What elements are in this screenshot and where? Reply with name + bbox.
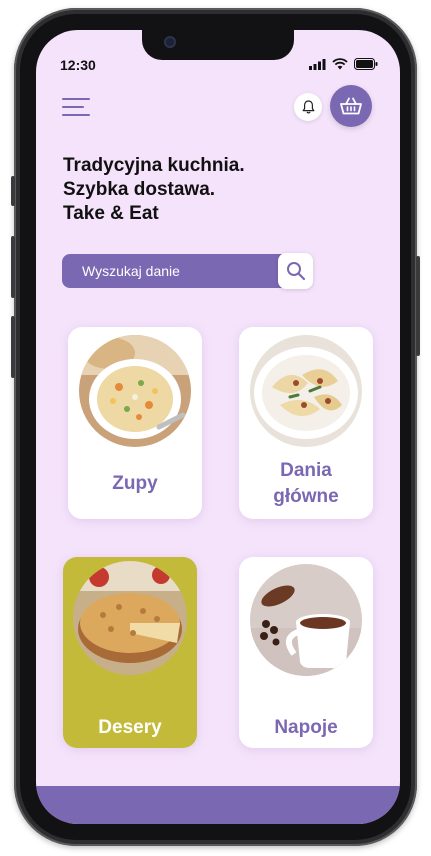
- category-card-drinks[interactable]: Napoje: [239, 557, 373, 748]
- volume-down-button: [11, 316, 15, 378]
- notch: [142, 30, 294, 60]
- app-screen: 12:30 Tradycyjna kuchnia. Szybka dostawa…: [36, 30, 400, 824]
- wifi-icon: [332, 58, 348, 70]
- bottom-navigation-bar: [36, 786, 400, 824]
- status-time: 12:30: [60, 57, 96, 73]
- category-label-soups: Zupy: [112, 473, 158, 494]
- bell-icon: [302, 100, 314, 114]
- power-button: [416, 256, 420, 356]
- volume-up-button: [11, 236, 15, 298]
- category-label-main-dishes: Dania główne: [239, 458, 373, 510]
- hamburger-icon[interactable]: [62, 98, 90, 116]
- search-button[interactable]: [278, 253, 313, 289]
- signal-icon: [309, 58, 326, 70]
- search-icon: [286, 262, 305, 281]
- notification-button[interactable]: [294, 93, 322, 121]
- category-label-drinks: Napoje: [274, 717, 338, 738]
- mute-switch: [11, 176, 15, 206]
- headline-line-2: Szybka dostawa.: [63, 179, 216, 200]
- search-placeholder: Wyszukaj danie: [82, 263, 180, 279]
- category-card-main-dishes[interactable]: Dania główne: [239, 327, 373, 519]
- dessert-image: [73, 561, 187, 675]
- battery-icon: [354, 58, 378, 70]
- headline-line-1: Tradycyjna kuchnia.: [63, 155, 245, 176]
- headline-line-3: Take & Eat: [63, 203, 159, 224]
- category-label-main-dishes-line-2: główne: [273, 486, 339, 507]
- status-icons: [309, 58, 378, 70]
- drink-image: [250, 564, 362, 676]
- category-label-desserts: Desery: [98, 717, 162, 738]
- soup-image: [79, 335, 191, 447]
- main-dish-image: [250, 335, 362, 447]
- search-input[interactable]: Wyszukaj danie: [62, 254, 312, 288]
- headline: Tradycyjna kuchnia. Szybka dostawa. Take…: [63, 154, 245, 226]
- basket-icon: [340, 97, 362, 115]
- front-camera: [164, 36, 176, 48]
- category-label-main-dishes-line-1: Dania: [280, 460, 332, 481]
- cart-button[interactable]: [330, 85, 372, 127]
- category-card-soups[interactable]: Zupy: [68, 327, 202, 519]
- category-card-desserts[interactable]: Desery: [63, 557, 197, 748]
